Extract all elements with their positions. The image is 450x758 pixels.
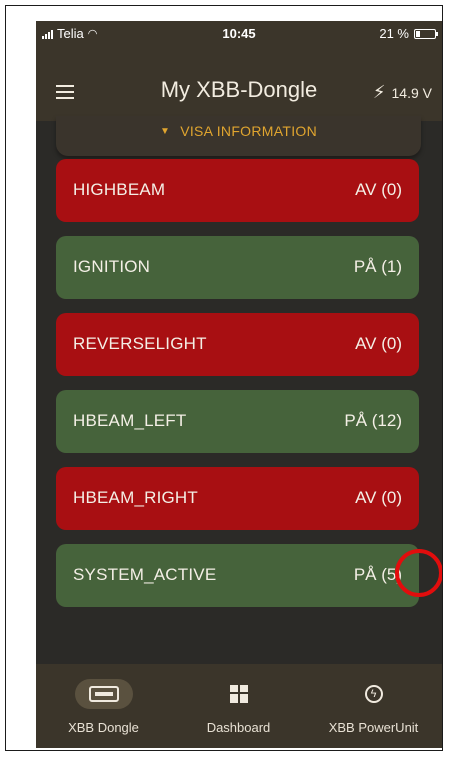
signal-name: HIGHBEAM <box>73 180 166 199</box>
lightning-bolt-icon: ⚡ <box>372 82 386 102</box>
signal-state: AV (0) <box>355 180 402 199</box>
signal-name: SYSTEM_ACTIVE <box>73 565 217 584</box>
nav-label: Dashboard <box>206 720 271 735</box>
signal-card-highbeam[interactable]: HIGHBEAM AV (0) <box>56 159 419 222</box>
battery-percentage: 21 % <box>379 26 409 41</box>
signal-state: AV (0) <box>355 488 402 507</box>
show-information-label: VISA INFORMATION <box>180 123 317 139</box>
signal-card-hbeam-right[interactable]: HBEAM_RIGHT AV (0) <box>56 467 419 530</box>
info-panel: ▼ VISA INFORMATION <box>56 116 421 156</box>
signal-state: AV (0) <box>355 334 402 353</box>
status-bar: Telia ◠ 10:45 21 % <box>36 21 442 46</box>
phone-screen: Telia ◠ 10:45 21 % My XBB-Dongle ⚡ 14.9 … <box>36 21 442 748</box>
voltage-value: 14.9 V <box>391 84 432 101</box>
nav-icon-container: ϟ <box>364 679 383 709</box>
app-header: My XBB-Dongle ⚡ 14.9 V <box>36 46 442 121</box>
status-right: 21 % <box>379 26 438 41</box>
signal-name: REVERSELIGHT <box>73 334 207 353</box>
usb-dongle-icon <box>88 686 119 702</box>
annotation-circle <box>395 549 442 597</box>
nav-icon-container <box>229 679 248 709</box>
signal-card-hbeam-left[interactable]: HBEAM_LEFT PÅ (12) <box>56 390 419 453</box>
nav-item-dashboard[interactable]: Dashboard <box>171 664 306 748</box>
nav-label: XBB Dongle <box>68 720 139 735</box>
dashboard-icon <box>229 685 248 703</box>
signal-state: PÅ (1) <box>353 257 402 276</box>
battery-icon <box>414 28 438 39</box>
signal-name: IGNITION <box>73 257 151 276</box>
power-icon: ϟ <box>364 685 383 703</box>
caret-down-icon: ▼ <box>160 126 171 137</box>
show-information-toggle[interactable]: ▼ VISA INFORMATION <box>56 123 421 139</box>
signal-state: PÅ (12) <box>344 411 402 430</box>
signal-name: HBEAM_RIGHT <box>73 488 198 507</box>
nav-item-xbb-dongle[interactable]: XBB Dongle <box>36 664 171 748</box>
nav-label: XBB PowerUnit <box>328 720 419 735</box>
nav-item-xbb-powerunit[interactable]: ϟ XBB PowerUnit <box>306 664 441 748</box>
screenshot-frame: Telia ◠ 10:45 21 % My XBB-Dongle ⚡ 14.9 … <box>5 5 443 751</box>
nav-icon-container <box>74 679 133 709</box>
bottom-navigation: XBB Dongle Dashboard ϟ XBB PowerUnit <box>36 664 442 748</box>
signal-card-reverselight[interactable]: REVERSELIGHT AV (0) <box>56 313 419 376</box>
voltage-indicator: ⚡ 14.9 V <box>373 82 432 103</box>
signal-card-ignition[interactable]: IGNITION PÅ (1) <box>56 236 419 299</box>
signal-card-system-active[interactable]: SYSTEM_ACTIVE PÅ (5) <box>56 544 419 607</box>
signal-name: HBEAM_LEFT <box>73 411 187 430</box>
